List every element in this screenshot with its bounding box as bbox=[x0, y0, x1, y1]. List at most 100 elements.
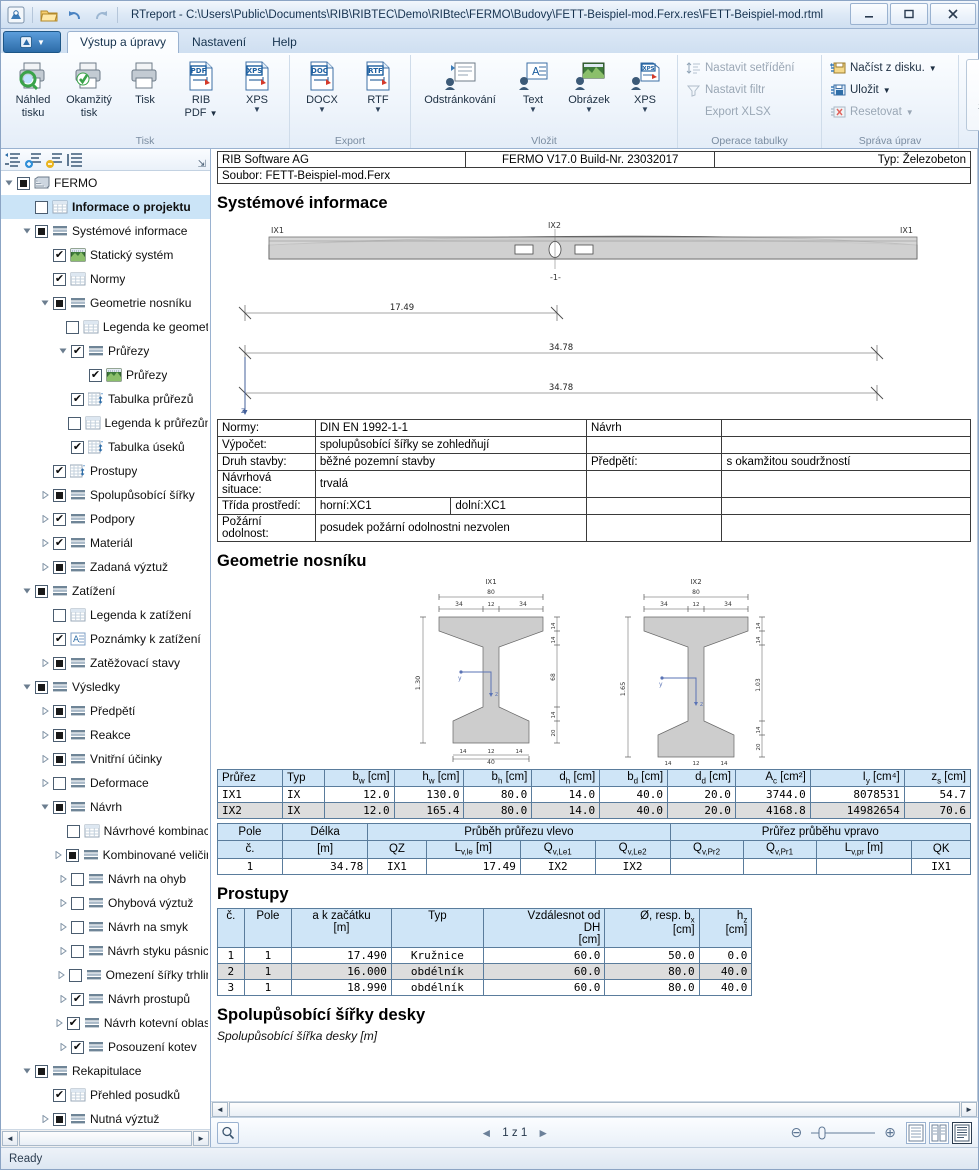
table-row[interactable]: IX2 IX 12.0 165.4 80.0 14.0 40.0 20.0 4168.8 1498… bbox=[217, 802, 972, 820]
tree-checkbox[interactable]: ✔ bbox=[89, 368, 102, 382]
tree-scroll-thumb[interactable] bbox=[19, 1131, 192, 1146]
tree-checkbox[interactable]: ✔ bbox=[71, 1040, 84, 1054]
cross-table-header-8[interactable]: Ac [cm²] bbox=[734, 768, 811, 788]
doc-scroll-thumb[interactable] bbox=[229, 1102, 960, 1117]
set-sorting-button[interactable]: Nastavit setřídění bbox=[682, 57, 798, 79]
chevron-down-icon[interactable]: ▼ bbox=[210, 109, 218, 118]
openings-table-header-4[interactable]: Vzdálesnot od DH [cm] bbox=[482, 907, 606, 948]
tree-checkbox[interactable] bbox=[35, 1064, 48, 1078]
maximize-button[interactable] bbox=[890, 3, 928, 25]
tab-help[interactable]: Help bbox=[259, 31, 310, 53]
list-view-icon[interactable] bbox=[67, 152, 83, 168]
tree-checkbox[interactable] bbox=[53, 800, 66, 814]
section-table-subheader-0[interactable]: č. bbox=[217, 840, 283, 859]
openings-table-header-6[interactable]: hz [cm] bbox=[698, 907, 753, 948]
table-row[interactable]: 1 1 17.490 Kružnice 60.0 50.0 0.0 bbox=[217, 946, 753, 964]
insert-image-button[interactable]: Obrázek ▼ bbox=[561, 57, 617, 116]
chevron-down-icon[interactable]: ▼ bbox=[641, 106, 649, 114]
tree-item-32[interactable]: Návrh styku pásnic bbox=[1, 939, 210, 963]
section-table-group-header-2[interactable]: Průběh průřezu vlevo bbox=[367, 823, 671, 842]
chevron-down-icon[interactable]: ▼ bbox=[906, 108, 914, 117]
tree-expander-icon[interactable] bbox=[59, 899, 71, 907]
tree-checkbox[interactable] bbox=[35, 224, 48, 238]
document-horizontal-scrollbar[interactable]: ◄ ► bbox=[211, 1101, 978, 1117]
doc-scroll-right-button[interactable]: ► bbox=[961, 1102, 977, 1117]
prev-page-button[interactable]: ◄ bbox=[480, 1126, 492, 1140]
openings-table-header-0[interactable]: č. bbox=[217, 907, 245, 948]
tree-item-21[interactable]: Výsledky bbox=[1, 675, 210, 699]
tree-item-7[interactable]: ✔ Průřezy bbox=[1, 339, 210, 363]
tree-item-28[interactable]: Kombinované veličiny bbox=[1, 843, 210, 867]
tree-checkbox[interactable] bbox=[53, 488, 66, 502]
tree-expander-icon[interactable] bbox=[54, 851, 66, 859]
app-logo-icon[interactable] bbox=[5, 4, 27, 26]
tree-expander-icon[interactable] bbox=[41, 1115, 53, 1123]
tree-expander-icon[interactable] bbox=[59, 1043, 71, 1051]
tree-item-29[interactable]: Návrh na ohyb bbox=[1, 867, 210, 891]
tree-checkbox[interactable] bbox=[53, 656, 66, 670]
tree-item-6[interactable]: Legenda ke geometrii bbox=[1, 315, 210, 339]
cross-section-table[interactable]: Průřez Typ bw [cm] hw [cm] bh [cm] dh [cm] bd … bbox=[217, 768, 972, 820]
tree-item-0[interactable]: FERMO bbox=[1, 171, 210, 195]
openings-table-header-1[interactable]: Pole bbox=[243, 907, 293, 948]
tree-checkbox[interactable]: ✔ bbox=[53, 248, 66, 262]
chevron-down-icon[interactable]: ▼ bbox=[253, 106, 261, 114]
tree-checkbox[interactable]: ✔ bbox=[71, 344, 84, 358]
chevron-down-icon[interactable]: ▼ bbox=[883, 86, 891, 95]
cross-table-header-0[interactable]: Průřez bbox=[217, 768, 283, 788]
docx-export-button[interactable]: DOC DOCX ▼ bbox=[294, 57, 350, 116]
section-table-subheader-8[interactable]: Lv,pr [m] bbox=[815, 840, 913, 859]
tree-checkbox[interactable]: ✔ bbox=[66, 1016, 80, 1030]
tree-item-31[interactable]: Návrh na smyk bbox=[1, 915, 210, 939]
openings-table-header-5[interactable]: Ø, resp. bx [cm] bbox=[604, 907, 700, 948]
print-preview-button[interactable]: Náhled tisku bbox=[5, 57, 61, 121]
single-page-view-icon[interactable] bbox=[906, 1121, 926, 1144]
tree-checkbox[interactable] bbox=[35, 680, 48, 694]
cross-table-header-5[interactable]: dh [cm] bbox=[531, 768, 601, 788]
page-break-button[interactable]: Odstránkování bbox=[415, 57, 505, 108]
tree-item-38[interactable]: ✔ Přehled posudků bbox=[1, 1083, 210, 1107]
tree-item-30[interactable]: Ohybová výztuž bbox=[1, 891, 210, 915]
tree-expander-icon[interactable] bbox=[23, 227, 35, 235]
two-page-view-icon[interactable] bbox=[929, 1121, 949, 1144]
tree-checkbox[interactable]: ✔ bbox=[53, 536, 66, 550]
cross-table-header-9[interactable]: Iy [cm⁴] bbox=[809, 768, 905, 788]
beam-sections-table[interactable]: Pole Délka Průběh průřezu vlevo Průřez průb… bbox=[217, 823, 972, 875]
tree-item-3[interactable]: ✔ Statický systém bbox=[1, 243, 210, 267]
tree-checkbox[interactable] bbox=[71, 896, 84, 910]
tree-scroll-left-button[interactable]: ◄ bbox=[2, 1131, 18, 1146]
cross-table-header-3[interactable]: hw [cm] bbox=[393, 768, 465, 788]
tree-item-24[interactable]: Vnitřní účinky bbox=[1, 747, 210, 771]
section-table-subheader-4[interactable]: Qv,Le1 bbox=[519, 840, 596, 859]
continuous-view-icon[interactable] bbox=[952, 1121, 972, 1144]
print-button[interactable]: Tisk bbox=[117, 57, 173, 108]
tree-item-39[interactable]: Nutná výztuž bbox=[1, 1107, 210, 1129]
tree-checkbox[interactable]: ✔ bbox=[53, 632, 66, 646]
tree-item-8[interactable]: ✔ Průřezy bbox=[1, 363, 210, 387]
chevron-down-icon[interactable]: ▼ bbox=[585, 106, 593, 114]
section-table-subheader-3[interactable]: Lv,le [m] bbox=[425, 840, 521, 859]
tree-checkbox[interactable] bbox=[53, 776, 66, 790]
tree-item-19[interactable]: ✔ A Poznámky k zatížení bbox=[1, 627, 210, 651]
set-filter-button[interactable]: Nastavit filtr bbox=[682, 79, 769, 101]
state-button[interactable]: Stav ▼ bbox=[966, 59, 979, 131]
tree-item-14[interactable]: ✔ Podpory bbox=[1, 507, 210, 531]
tree-item-17[interactable]: Zatížení bbox=[1, 579, 210, 603]
open-folder-icon[interactable] bbox=[38, 4, 60, 26]
next-page-button[interactable]: ► bbox=[537, 1126, 549, 1140]
tree-checkbox[interactable] bbox=[53, 608, 66, 622]
tree-expander-icon[interactable] bbox=[41, 539, 53, 547]
chevron-down-icon[interactable]: ▼ bbox=[529, 106, 537, 114]
tree-checkbox[interactable] bbox=[71, 872, 84, 886]
tree-expander-icon[interactable] bbox=[41, 707, 53, 715]
tree-item-20[interactable]: Zatěžovací stavy bbox=[1, 651, 210, 675]
tree-item-26[interactable]: Návrh bbox=[1, 795, 210, 819]
export-xlsx-button[interactable]: Export XLSX bbox=[682, 101, 775, 123]
tree-checkbox[interactable] bbox=[53, 560, 66, 574]
section-table-group-header-0[interactable]: Pole bbox=[217, 823, 283, 842]
tree-checkbox[interactable] bbox=[66, 824, 80, 838]
tree-expander-icon[interactable] bbox=[59, 923, 71, 931]
table-row[interactable]: IX1 IX 12.0 130.0 80.0 14.0 40.0 20.0 3744.0 8078… bbox=[217, 786, 972, 804]
section-table-group-header-1[interactable]: Délka bbox=[281, 823, 369, 842]
tree-checkbox[interactable] bbox=[67, 416, 81, 430]
